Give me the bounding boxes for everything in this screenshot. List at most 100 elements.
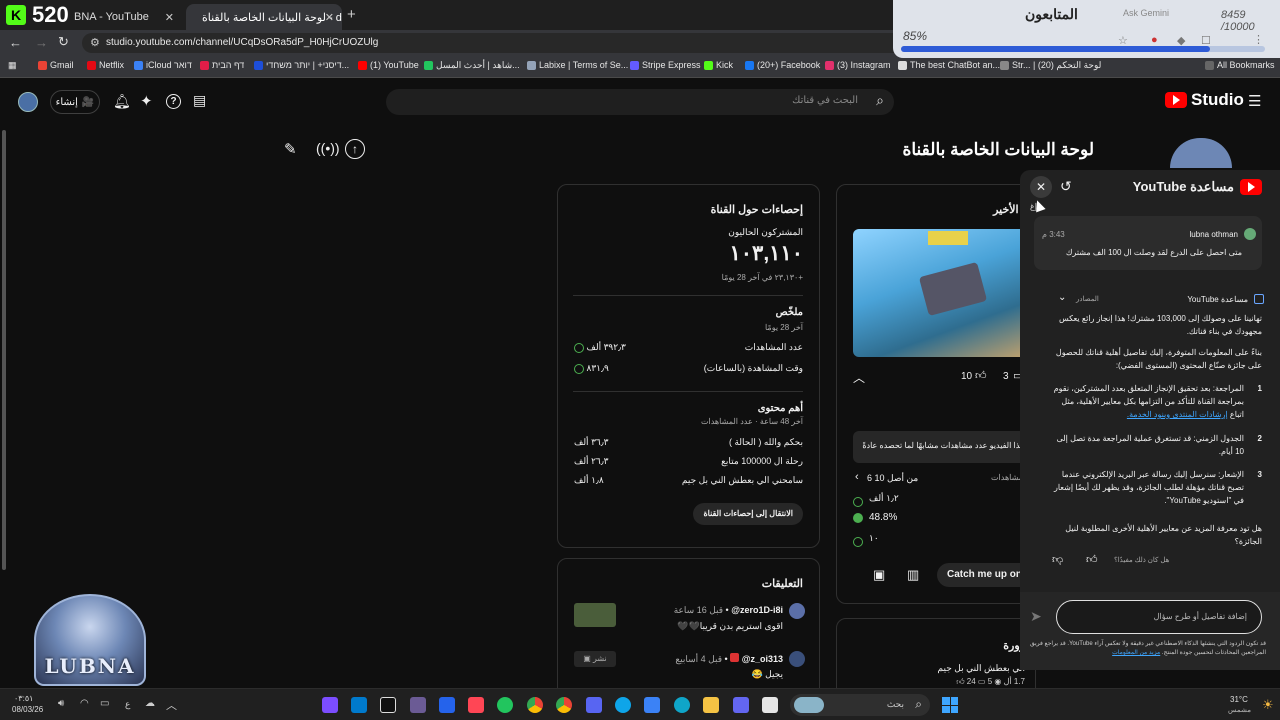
bookmark-icloud[interactable]: iCloud דואר xyxy=(134,60,192,70)
send-icon[interactable]: ➤ xyxy=(1030,608,1042,625)
app-icon[interactable] xyxy=(322,697,338,713)
app-icon[interactable] xyxy=(762,697,778,713)
language-icon[interactable]: ع xyxy=(125,699,130,710)
bookmark-stripe[interactable]: Stripe Express xyxy=(630,60,701,70)
step-text: الجدول الزمني: قد تستغرق عملية المراجعة … xyxy=(1056,434,1244,456)
network-icon[interactable]: ▭ xyxy=(100,698,109,709)
windows-start-icon[interactable] xyxy=(942,697,958,713)
new-tab-icon[interactable]: + xyxy=(347,6,356,23)
chat-icon[interactable]: ▣ xyxy=(873,567,885,583)
top-item-title[interactable]: سامحني الي بعطش الني بل جيم xyxy=(682,475,803,486)
history-icon[interactable]: ↺ xyxy=(1060,178,1072,195)
bookmark-instagram[interactable]: (3) Instagram xyxy=(825,60,891,70)
thumbs-up-icon[interactable]: 👍︎ xyxy=(1086,553,1098,566)
extension-icon[interactable]: ● xyxy=(1151,34,1158,46)
app-icon[interactable] xyxy=(644,697,660,713)
bell-icon[interactable]: 🔔︎ xyxy=(113,93,131,110)
learn-more-link[interactable]: مزيد من المعلومات xyxy=(1112,650,1160,656)
bookmark-labixe[interactable]: Labixe | Terms of Se... xyxy=(527,60,628,70)
comment-video-thumb[interactable] xyxy=(574,603,616,627)
bookmarks-bar: ▦ Gmail Netflix iCloud דואר דף הבית דיסנ… xyxy=(0,56,1280,78)
bookmark-gmail[interactable]: Gmail xyxy=(38,60,74,70)
bookmark-chatbot[interactable]: The best ChatBot an... xyxy=(898,60,1000,70)
ai-disclaimer: قد تكون الردود التي ينشئها الذكاء الاصطن… xyxy=(1026,640,1266,658)
search-bar[interactable]: البحث في قناتك ⌕ xyxy=(386,89,894,115)
bookmark-youtube[interactable]: (1) YouTube xyxy=(358,60,419,70)
tray-chevron-icon[interactable]: ︿ xyxy=(166,697,177,713)
taskbar-search-label: بحث xyxy=(886,699,904,709)
chart-icon[interactable]: ▥ xyxy=(907,567,919,583)
capcut-icon[interactable] xyxy=(380,697,396,713)
site-info-icon[interactable]: ⚙ xyxy=(90,36,100,49)
upload-icon[interactable]: ↑ xyxy=(345,139,365,159)
sparkle-icon[interactable]: ✦ xyxy=(140,92,153,110)
bookmark-facebook[interactable]: (20+) Facebook xyxy=(745,60,820,70)
star-icon[interactable]: ☆ xyxy=(1118,34,1128,47)
edit-icon[interactable]: ✎ xyxy=(284,140,297,158)
valorant-icon[interactable] xyxy=(468,697,484,713)
app-icon[interactable] xyxy=(410,697,426,713)
bookmark-home[interactable]: דף הבית xyxy=(200,60,244,70)
help-icon[interactable]: ? xyxy=(166,94,181,109)
profile-icon[interactable]: ☐ xyxy=(1201,34,1211,47)
comments-title: التعليقات xyxy=(761,578,803,590)
bookmark-kick[interactable]: Kick xyxy=(704,60,733,70)
vscode-icon[interactable] xyxy=(351,697,367,713)
guidelines-link[interactable]: إرشادات المنتدى وبنود الخدمة. xyxy=(1127,410,1228,419)
go-to-analytics-button[interactable]: الانتقال إلى إحصاءات القناة xyxy=(693,503,803,525)
channel-avatar[interactable] xyxy=(18,92,38,112)
hamburger-menu-icon[interactable]: ☰ xyxy=(1248,92,1261,110)
bookmark-dashboard[interactable]: Str... | لوحة التحكم (20) xyxy=(1000,60,1101,71)
app-icon[interactable] xyxy=(439,697,455,713)
bookmark-netflix[interactable]: Netflix xyxy=(87,60,124,70)
tab-studio-dashboard[interactable]: لوحة البيانات الخاصة بالقناة - dio ✕ xyxy=(186,4,342,30)
thumbs-down-icon[interactable]: 👎︎ xyxy=(1052,553,1063,566)
comment-count: 3 xyxy=(1003,371,1009,382)
chevron-left-icon[interactable]: ‹ xyxy=(855,471,859,483)
bookmark-shahid[interactable]: شاهد | أحدث المسل... xyxy=(424,60,520,71)
left-scrollbar[interactable] xyxy=(2,130,6,570)
close-button[interactable]: ✕ xyxy=(1030,176,1052,198)
gemini-label[interactable]: Ask Gemini xyxy=(1123,8,1169,18)
chrome-icon[interactable] xyxy=(527,697,543,713)
app-icon[interactable] xyxy=(615,697,631,713)
top-item-title[interactable]: بحكم والله ( الحالة ) xyxy=(729,437,803,448)
comment-time: قبل 16 ساعة xyxy=(673,605,724,615)
edge-icon[interactable] xyxy=(674,697,690,713)
file-explorer-icon[interactable] xyxy=(703,697,719,713)
taskbar-search[interactable]: ⌕ بحث xyxy=(790,694,930,716)
studio-logo[interactable]: Studio xyxy=(1165,90,1244,110)
expand-less-icon[interactable]: ︿ xyxy=(853,369,865,386)
publish-badge[interactable]: نشر ▣ xyxy=(574,651,616,667)
tab-youtube[interactable]: BNA - YouTube ✕ xyxy=(64,4,182,30)
app-icon[interactable] xyxy=(497,697,513,713)
sources-label[interactable]: المصادر xyxy=(1076,295,1099,303)
search-icon[interactable]: ⌕ xyxy=(876,92,884,109)
cloud-icon[interactable]: ☁ xyxy=(145,698,155,709)
question-input[interactable]: إضافة تفاصيل أو طرح سؤال xyxy=(1056,600,1262,634)
close-icon[interactable]: ✕ xyxy=(165,11,174,24)
lubna-watermark-logo: LUBNA xyxy=(34,594,146,686)
chevron-down-icon[interactable]: ⌄ xyxy=(1058,292,1066,303)
apps-icon[interactable]: ▦ xyxy=(8,60,17,71)
latest-video-thumbnail[interactable] xyxy=(853,229,1035,357)
create-button[interactable]: إنشاء 🎥 xyxy=(50,90,100,114)
puzzle-icon[interactable]: ◆ xyxy=(1177,34,1185,47)
app-icon[interactable] xyxy=(733,697,749,713)
discord-icon[interactable] xyxy=(586,697,602,713)
tray-icon[interactable]: 🔊︎ xyxy=(58,698,64,709)
reload-icon[interactable]: ↻ xyxy=(58,34,69,50)
bookmark-disney[interactable]: דיסני+ | יותר משחדי... xyxy=(254,60,349,70)
bookmark-all[interactable]: All Bookmarks xyxy=(1205,60,1275,70)
overlay-count: 8459 /10000 xyxy=(1221,9,1255,33)
feedback-icon[interactable]: ▤ xyxy=(193,92,206,109)
forward-icon[interactable]: → xyxy=(35,35,48,50)
menu-dots-icon[interactable]: ⋮ xyxy=(1253,33,1264,46)
url-field[interactable]: ⚙ studio.youtube.com/channel/UCqDsORa5dP… xyxy=(82,33,922,53)
top-item-title[interactable]: رحلة ال 100000 متابع xyxy=(721,456,803,467)
live-icon[interactable]: ((•)) xyxy=(316,140,340,156)
back-icon[interactable]: ← xyxy=(9,35,22,50)
wifi-icon[interactable]: ◠ xyxy=(80,698,89,709)
close-icon[interactable]: ✕ xyxy=(325,11,334,24)
chrome-icon[interactable] xyxy=(556,697,572,713)
